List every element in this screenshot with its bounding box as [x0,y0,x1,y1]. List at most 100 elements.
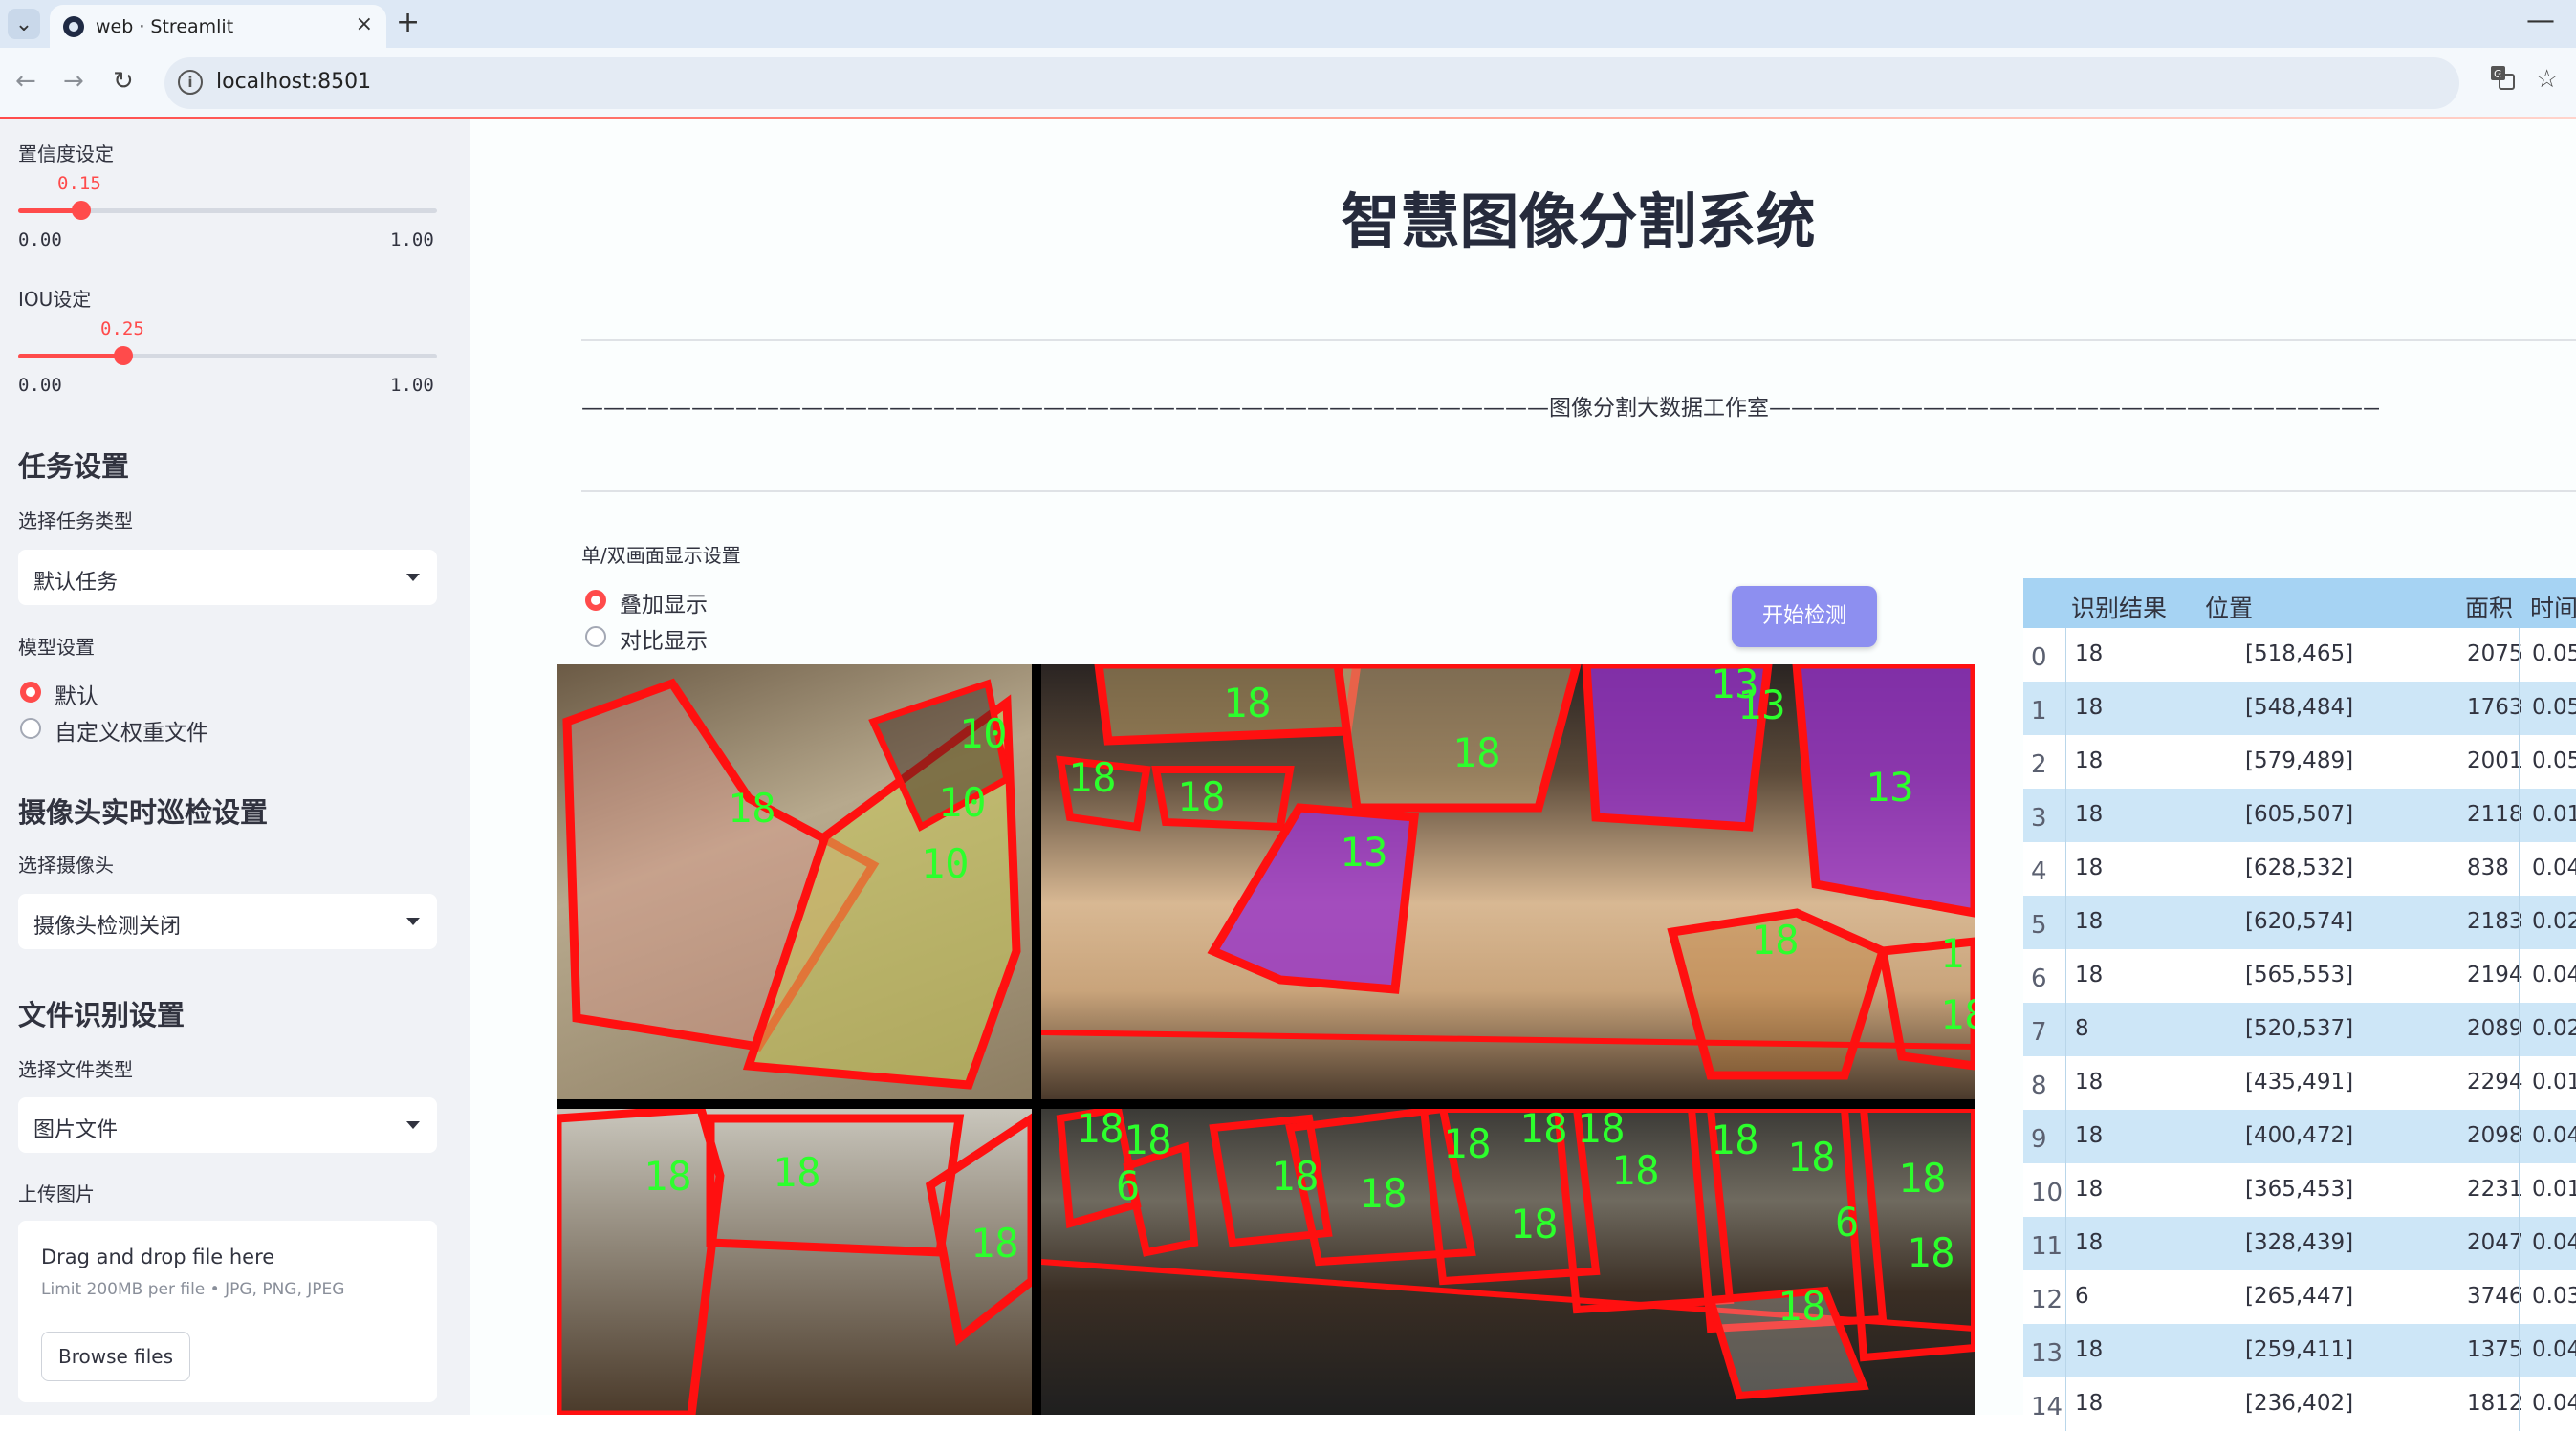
new-tab-button[interactable]: + [396,6,420,39]
table-row[interactable]: 8 18 [435,491] 2294 0.01 [2023,1056,2576,1110]
cell-class: 18 [2075,748,2104,773]
file-dropzone[interactable]: Drag and drop file here Limit 200MB per … [18,1221,437,1402]
table-row[interactable]: 7 8 [520,537] 2089 0.02 [2023,1003,2576,1056]
table-row[interactable]: 9 18 [400,472] 2098 0.04 [2023,1110,2576,1163]
column-separator [2519,1377,2520,1431]
cell-class: 8 [2075,1016,2089,1041]
iou-slider-value: 0.25 [100,318,144,339]
cell-position: [628,532] [2245,856,2354,880]
row-index: 0 [2031,643,2047,672]
confidence-slider[interactable] [18,201,437,220]
model-option-label: 自定义权重文件 [55,721,208,746]
cell-position: [259,411] [2245,1337,2354,1362]
table-row[interactable]: 11 18 [328,439] 2047 0.04 [2023,1217,2576,1270]
segment-label: 18 [1452,729,1501,776]
cell-time: 0.01 [2532,1070,2576,1095]
cell-position: [400,472] [2245,1123,2354,1148]
segment-label: 10 [921,840,970,887]
bookmark-star-icon[interactable]: ☆ [2536,65,2558,94]
segment-label: 13 [1866,764,1914,811]
address-bar[interactable]: i localhost:8501 [164,57,2459,109]
segmentation-result-image: 10 18 10 10 18 18 13 13 18 18 13 13 18 1… [557,664,1975,1415]
iou-slider-thumb[interactable] [113,346,133,365]
cell-class: 18 [2075,802,2104,827]
camera-settings-heading: 摄像头实时巡检设置 [18,796,269,829]
translate-icon[interactable]: G [2490,65,2515,97]
dropzone-limit: Limit 200MB per file • JPG, PNG, JPEG [41,1280,345,1299]
file-type-value: 图片文件 [33,1118,119,1142]
model-settings-label: 模型设置 [18,636,95,659]
iou-label: IOU设定 [18,288,92,311]
image-tile-top-left: 10 18 10 10 [557,664,1032,1099]
divider-line [581,490,2576,492]
cell-position: [520,537] [2245,1016,2354,1041]
column-separator [2065,1056,2066,1110]
cell-position: [265,447] [2245,1284,2354,1309]
column-header-time[interactable]: 时间 [2530,590,2576,624]
cell-time: 0.04 [2532,963,2576,987]
tab-title: web · Streamlit [96,16,234,37]
window-minimize-button[interactable]: — [2526,4,2555,37]
cell-time: 0.02 [2532,1016,2576,1041]
column-separator [2065,1324,2066,1377]
row-index: 2 [2031,750,2047,779]
chevron-down-icon [406,574,420,581]
table-row[interactable]: 1 18 [548,484] 1763 0.05 [2023,682,2576,735]
reload-icon[interactable]: ↻ [113,67,134,96]
iou-slider[interactable] [18,346,437,365]
segment-label: 6 [1116,1162,1141,1209]
table-row[interactable]: 13 18 [259,411] 1375 0.04 [2023,1324,2576,1377]
table-row[interactable]: 3 18 [605,507] 2118 0.01 [2023,789,2576,842]
table-row[interactable]: 5 18 [620,574] 2183 0.02 [2023,896,2576,949]
confidence-slider-thumb[interactable] [71,201,91,220]
table-row[interactable]: 12 6 [265,447] 3746 0.03 [2023,1270,2576,1324]
browser-tab[interactable]: web · Streamlit × [50,5,386,48]
cell-time: 0.02 [2532,909,2576,934]
start-detection-button[interactable]: 开始检测 [1732,586,1877,647]
tab-close-icon[interactable]: × [356,12,373,36]
column-separator [2065,896,2066,949]
cell-class: 18 [2075,1337,2104,1362]
camera-select[interactable]: 摄像头检测关闭 [18,894,437,949]
sidebar: 置信度设定 0.15 0.00 1.00 IOU设定 0.25 0.00 1.0… [0,119,470,1415]
segment-label: 18 [1611,1147,1660,1194]
segment-label: 13 [1737,682,1786,728]
cell-class: 18 [2075,1391,2104,1416]
cell-position: [435,491] [2245,1070,2354,1095]
back-arrow-icon[interactable]: ← [15,67,36,96]
row-index: 9 [2031,1125,2047,1154]
upload-image-label: 上传图片 [18,1182,95,1205]
cell-area: 1375 [2467,1337,2523,1362]
column-separator [2065,949,2066,1003]
segment-label: 18 [1907,1229,1955,1276]
main-content: 智慧图像分割系统 ———————————————————————————————… [470,119,2576,1431]
segment-label: 10 [938,779,987,826]
cell-class: 18 [2075,695,2104,720]
table-row[interactable]: 2 18 [579,489] 2001 0.05 [2023,735,2576,789]
radio-selected-icon [585,590,606,611]
file-type-select[interactable]: 图片文件 [18,1097,437,1153]
row-index: 12 [2031,1286,2063,1314]
row-index: 1 [2031,697,2047,726]
site-info-icon[interactable]: i [178,70,203,95]
segment-label: 18 [644,1153,692,1200]
column-header-area[interactable]: 面积 [2465,590,2513,624]
cell-time: 0.03 [2532,1284,2576,1309]
column-separator [2519,1217,2520,1270]
browse-files-button[interactable]: Browse files [41,1332,190,1381]
task-type-select[interactable]: 默认任务 [18,550,437,605]
table-row[interactable]: 10 18 [365,453] 2231 0.01 [2023,1163,2576,1217]
chevron-down-icon [406,918,420,925]
table-row[interactable]: 4 18 [628,532] 838 0.04 [2023,842,2576,896]
forward-arrow-icon[interactable]: → [63,67,84,96]
table-row[interactable]: 14 18 [236,402] 1812 0.04 [2023,1377,2576,1431]
segment-label: 18 [728,785,776,832]
cell-class: 18 [2075,1177,2104,1202]
column-separator [2065,789,2066,842]
tab-search-chevron-icon[interactable]: ⌄ [8,9,40,39]
column-header-position[interactable]: 位置 [2205,590,2253,624]
table-row[interactable]: 0 18 [518,465] 2075 0.05 [2023,628,2576,682]
table-row[interactable]: 6 18 [565,553] 2194 0.04 [2023,949,2576,1003]
column-header-class[interactable]: 识别结果 [2071,590,2167,624]
column-separator [2519,1110,2520,1163]
